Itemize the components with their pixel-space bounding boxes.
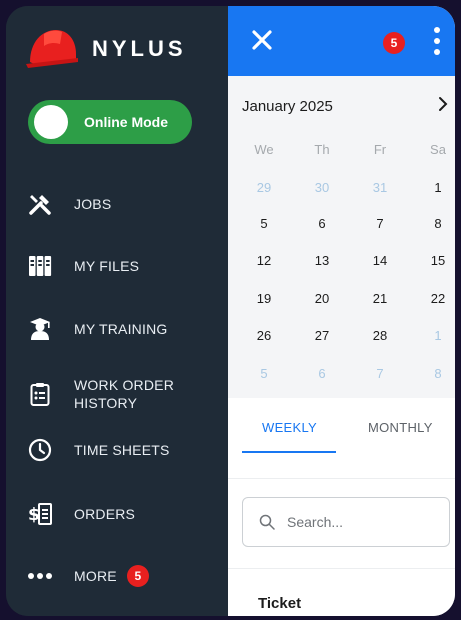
weekday-label: Th	[314, 142, 330, 157]
calendar-day[interactable]: 28	[360, 325, 400, 347]
weekday-label: Fr	[373, 142, 387, 157]
calendar-day[interactable]: 15	[418, 250, 455, 272]
calendar-day[interactable]: 19	[244, 288, 284, 310]
calendar-day[interactable]: 8	[418, 363, 455, 385]
calendar-day[interactable]: 8	[418, 213, 455, 235]
search-box[interactable]	[242, 497, 450, 547]
tools-icon	[28, 190, 52, 218]
nav-label-more: MORE	[74, 568, 117, 584]
calendar-day[interactable]: 22	[418, 288, 455, 310]
calendar-day[interactable]: 30	[302, 177, 342, 199]
hard-hat-icon	[26, 30, 78, 68]
calendar-day[interactable]: 1	[418, 177, 455, 199]
ticket-column-header: Ticket	[258, 595, 302, 612]
online-mode-toggle[interactable]: Online Mode	[28, 100, 192, 144]
nav-item-orders[interactable]: $ ORDERS	[28, 494, 135, 534]
calendar: January 2025 We Th Fr Sa 29 30 31 1 5 6 7 8 12 13 14 15…	[228, 76, 455, 398]
brand-logo: NYLUS	[24, 26, 187, 72]
chevron-right-icon[interactable]	[437, 96, 449, 112]
brand-name: NYLUS	[92, 36, 187, 61]
calendar-day[interactable]: 5	[244, 213, 284, 235]
weekday-label: Sa	[430, 142, 446, 157]
calendar-day[interactable]: 13	[302, 250, 342, 272]
nav-item-jobs[interactable]: JOBS	[28, 184, 111, 224]
calendar-day[interactable]: 20	[302, 288, 342, 310]
calendar-day[interactable]: 7	[360, 213, 400, 235]
more-badge: 5	[126, 565, 149, 587]
tab-weekly[interactable]: WEEKLY	[262, 420, 317, 435]
calendar-day[interactable]: 6	[302, 213, 342, 235]
calendar-day[interactable]: 12	[244, 250, 284, 272]
calendar-day[interactable]: 27	[302, 325, 342, 347]
view-tabs: WEEKLY MONTHLY	[228, 398, 455, 478]
calendar-day[interactable]: 21	[360, 288, 400, 310]
clipboard-icon	[28, 380, 52, 408]
search-icon	[259, 514, 275, 530]
nav-item-my-training[interactable]: MY TRAINING	[28, 309, 167, 349]
nav-label-work-order-history: WORK ORDER HISTORY	[74, 377, 174, 411]
nav-label-jobs: JOBS	[74, 196, 112, 212]
search-input[interactable]	[285, 513, 439, 531]
sidebar: NYLUS Online Mode JOBS MY FILES MY TRAIN…	[6, 6, 228, 616]
more-dots-icon	[28, 562, 52, 590]
nav-label-orders: ORDERS	[74, 506, 136, 522]
notification-badge[interactable]: 5	[383, 32, 405, 54]
clock-icon	[28, 436, 52, 464]
nav-item-my-files[interactable]: MY FILES	[28, 246, 139, 286]
nav-label-my-training: MY TRAINING	[74, 321, 168, 337]
search-section	[228, 478, 455, 569]
toggle-label: Online Mode	[84, 114, 168, 130]
nav-item-more[interactable]: MORE 5	[28, 556, 149, 596]
calendar-day[interactable]: 26	[244, 325, 284, 347]
calendar-day[interactable]: 29	[244, 177, 284, 199]
invoice-icon: $	[28, 500, 52, 528]
toggle-knob[interactable]	[34, 105, 68, 139]
calendar-day[interactable]: 14	[360, 250, 400, 272]
list-header: Ticket	[228, 568, 455, 616]
calendar-month-label: January 2025	[242, 98, 333, 115]
close-icon[interactable]	[250, 28, 274, 52]
calendar-day[interactable]: 7	[360, 363, 400, 385]
main-panel: 5 January 2025 We Th Fr Sa 29 30 31 1 5 6 7 8 12 13 14…	[228, 6, 455, 616]
graduate-icon	[28, 315, 52, 343]
binders-icon	[28, 252, 52, 280]
app-window: NYLUS Online Mode JOBS MY FILES MY TRAIN…	[6, 6, 455, 616]
top-bar: 5	[228, 6, 455, 76]
calendar-day[interactable]: 1	[418, 325, 455, 347]
weekday-label: We	[254, 142, 274, 157]
tab-monthly[interactable]: MONTHLY	[368, 420, 433, 435]
nav-item-time-sheets[interactable]: TIME SHEETS	[28, 430, 170, 470]
nav-item-work-order-history[interactable]: WORK ORDER HISTORY	[28, 370, 174, 418]
calendar-day[interactable]: 31	[360, 177, 400, 199]
active-tab-indicator	[242, 451, 336, 453]
nav-label-my-files: MY FILES	[74, 258, 140, 274]
kebab-menu-icon[interactable]	[432, 26, 442, 56]
calendar-day[interactable]: 6	[302, 363, 342, 385]
nav-label-time-sheets: TIME SHEETS	[74, 442, 170, 458]
calendar-day[interactable]: 5	[244, 363, 284, 385]
